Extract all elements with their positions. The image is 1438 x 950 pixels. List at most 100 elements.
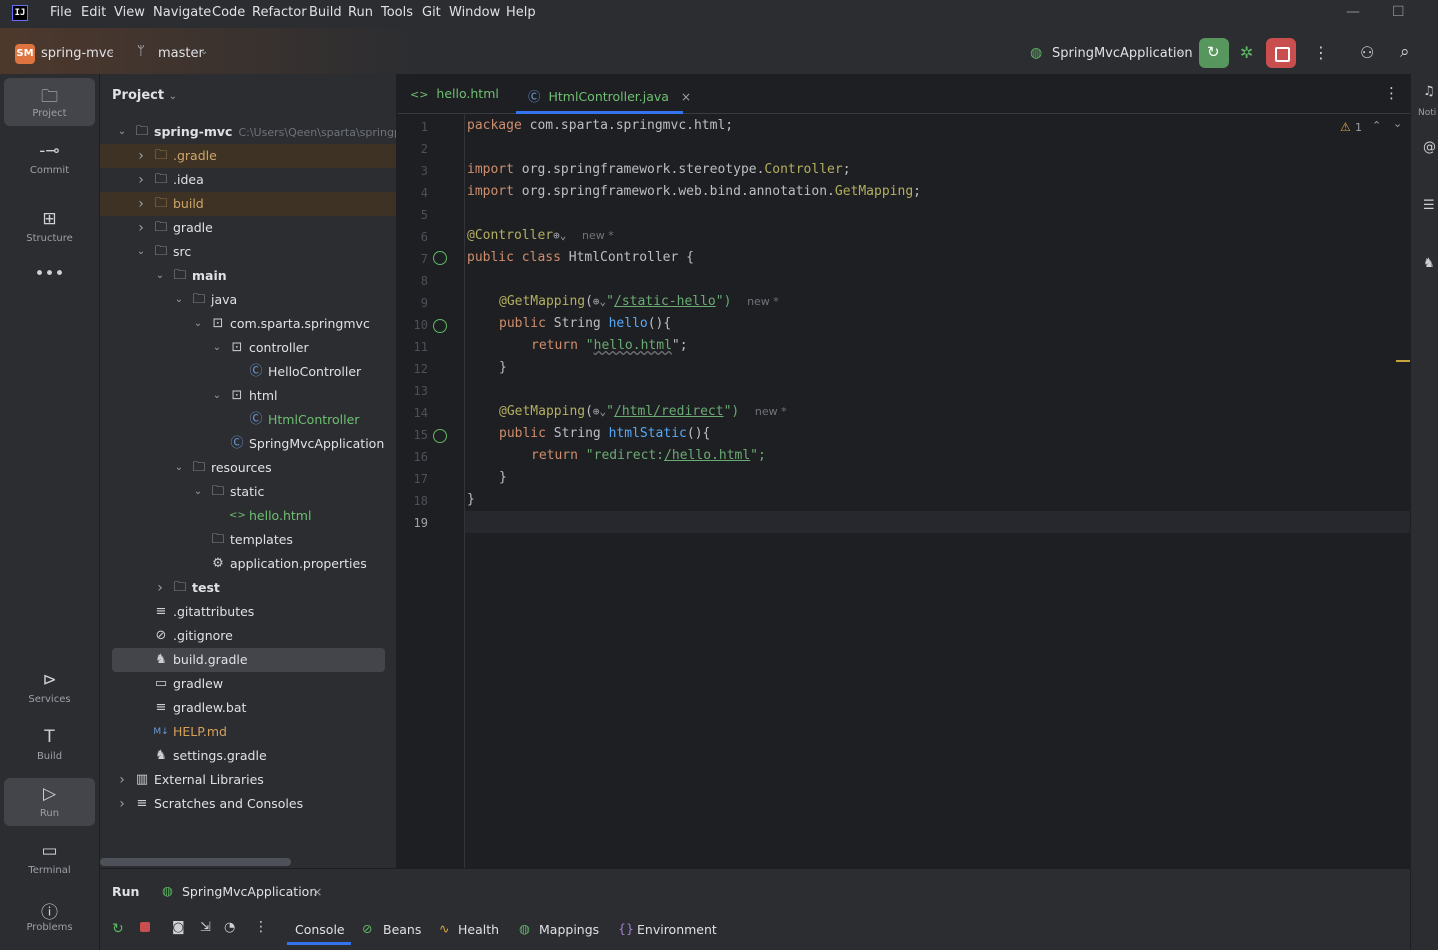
code-url-path[interactable]: /hello.html	[664, 448, 750, 463]
gradle-icon[interactable]: ♞	[1423, 256, 1435, 271]
menu-window[interactable]: Window	[449, 5, 500, 20]
tool-terminal-button[interactable]: ▭ Terminal	[4, 835, 95, 883]
tool-structure-button[interactable]: ⊞ Structure	[4, 203, 95, 251]
tab-htmlcontroller-java[interactable]: Ⓒ HtmlController.java ×	[528, 86, 691, 105]
run-config-dropdown[interactable]: SpringMvcApplication	[1052, 46, 1193, 61]
tree-item-hello-html[interactable]: <> hello.html	[100, 504, 396, 528]
tree-item-gitattributes[interactable]: ≡ .gitattributes	[100, 600, 396, 624]
tab-hello-html[interactable]: <> hello.html	[410, 86, 499, 101]
tree-item-external-libraries[interactable]: › ▥ External Libraries	[100, 768, 396, 792]
ai-assistant-icon[interactable]: @	[1423, 140, 1436, 155]
tree-item-gradlew[interactable]: ▭ gradlew	[100, 672, 396, 696]
vcs-author-hint[interactable]: new *	[755, 405, 787, 418]
tree-item-idea[interactable]: › 🗀 .idea	[100, 168, 396, 192]
code-line-15[interactable]: public String htmlStatic(){	[499, 426, 710, 441]
notifications-icon[interactable]: ♫	[1423, 84, 1435, 99]
tree-item-build[interactable]: › 🗀 build	[100, 192, 396, 216]
tree-item-main[interactable]: ⌄ 🗀 main	[100, 264, 396, 288]
warning-stripe-marker[interactable]	[1396, 360, 1410, 362]
debug-bug-icon[interactable]: ✲	[1240, 43, 1253, 62]
tree-item-gradle[interactable]: › 🗀 .gradle	[100, 144, 396, 168]
web-icon[interactable]: ⊕⌄	[593, 295, 606, 308]
chevron-down-icon[interactable]: ⌄	[135, 240, 147, 264]
chevron-down-icon[interactable]: ⌄	[173, 456, 185, 480]
chevron-down-icon[interactable]: ⌄	[173, 288, 185, 312]
restore-layout-icon[interactable]: ⇲	[200, 920, 211, 935]
code-line-11[interactable]: return "hello.html";	[531, 338, 688, 353]
menu-tools[interactable]: Tools	[381, 5, 413, 20]
code-line-16[interactable]: return "redirect:/hello.html";	[531, 448, 766, 463]
minimize-icon[interactable]: —	[1346, 4, 1360, 20]
tree-item-gradlew-bat[interactable]: ≡ gradlew.bat	[100, 696, 396, 720]
tree-item-src[interactable]: ⌄ 🗀 src	[100, 240, 396, 264]
profiler-icon[interactable]: ◔	[224, 920, 235, 935]
chevron-right-icon[interactable]: ›	[154, 576, 166, 600]
more-tools-button[interactable]: •••	[4, 260, 95, 290]
tree-item-gradle[interactable]: › 🗀 gradle	[100, 216, 396, 240]
menu-code[interactable]: Code	[212, 5, 245, 20]
tree-item-settings-gradle[interactable]: ♞ settings.gradle	[100, 744, 396, 768]
camera-icon[interactable]: ◙	[172, 920, 185, 935]
close-tab-icon[interactable]: ×	[312, 884, 322, 899]
code-line-18[interactable]: }	[467, 492, 475, 507]
chevron-down-icon[interactable]: ⌄	[192, 480, 204, 504]
code-url-path[interactable]: /static-hello	[614, 294, 716, 309]
menu-navigate[interactable]: Navigate	[153, 5, 211, 20]
more-options-icon[interactable]: ⋮	[254, 919, 268, 935]
tree-item-scratches-and-consoles[interactable]: › ≡ Scratches and Consoles	[100, 792, 396, 816]
chevron-down-icon[interactable]: ⌄	[211, 336, 223, 360]
database-icon[interactable]: ☰	[1423, 198, 1435, 213]
run-config-tab[interactable]: SpringMvcApplication	[182, 884, 317, 899]
chevron-right-icon[interactable]: ›	[116, 768, 128, 792]
endpoint-gutter-icon[interactable]	[433, 319, 447, 333]
maximize-icon[interactable]: ☐	[1392, 4, 1405, 20]
menu-refactor[interactable]: Refactor	[252, 5, 307, 20]
chevron-right-icon[interactable]: ›	[135, 144, 147, 168]
intellij-logo-icon[interactable]: IJ	[12, 5, 28, 21]
add-user-icon[interactable]: ⚇	[1360, 43, 1374, 62]
tab-console[interactable]: Console	[295, 922, 345, 937]
project-name-dropdown[interactable]: spring-mvc	[41, 46, 114, 61]
tree-item-spring-mvc[interactable]: ⌄ 🗀 spring-mvc C:\Users\Qeen\sparta\springp	[100, 120, 396, 144]
spring-bean-gutter-icon[interactable]	[433, 251, 447, 265]
tab-health[interactable]: Health	[458, 922, 499, 937]
code-url-path[interactable]: /html/redirect	[614, 404, 724, 419]
tree-item-application-properties[interactable]: ⚙ application.properties	[100, 552, 396, 576]
tree-item-hellocontroller[interactable]: Ⓒ HelloController	[100, 360, 396, 384]
tool-build-button[interactable]: T Build	[4, 721, 95, 769]
tool-services-button[interactable]: ⊳ Services	[4, 664, 95, 712]
chevron-down-icon[interactable]: ⌄	[211, 384, 223, 408]
prev-highlight-icon[interactable]: ⌃	[1372, 119, 1381, 132]
web-icon[interactable]: ⊕⌄	[553, 229, 566, 242]
code-line-9[interactable]: @GetMapping(⊕⌄"/static-hello") new *	[499, 294, 779, 309]
warning-icon[interactable]: ⚠	[1340, 120, 1351, 134]
search-icon[interactable]: ⌕	[1400, 42, 1410, 62]
chevron-right-icon[interactable]: ›	[116, 792, 128, 816]
menu-build[interactable]: Build	[309, 5, 342, 20]
chevron-right-icon[interactable]: ›	[135, 192, 147, 216]
tree-item-java[interactable]: ⌄ 🗀 java	[100, 288, 396, 312]
tool-run-button[interactable]: ▷ Run	[4, 778, 95, 826]
tree-item-controller[interactable]: ⌄ ⊡ controller	[100, 336, 396, 360]
code-line-7[interactable]: public class HtmlController {	[467, 250, 694, 265]
menu-view[interactable]: View	[114, 5, 145, 20]
tree-item-com-sparta-springmvc[interactable]: ⌄ ⊡ com.sparta.springmvc	[100, 312, 396, 336]
tab-environment[interactable]: Environment	[637, 922, 717, 937]
tree-item-build-gradle[interactable]: ♞ build.gradle	[112, 648, 385, 672]
project-horizontal-scrollbar[interactable]	[100, 858, 291, 866]
code-line-10[interactable]: public String hello(){	[499, 316, 671, 331]
stop-icon[interactable]	[140, 922, 150, 932]
menu-help[interactable]: Help	[506, 5, 536, 20]
chevron-down-icon[interactable]: ⌄	[154, 264, 166, 288]
tree-item-springmvcapplication[interactable]: Ⓒ SpringMvcApplication	[100, 432, 396, 456]
chevron-down-icon[interactable]: ⌄	[116, 120, 128, 144]
code-line-3[interactable]: import org.springframework.stereotype.Co…	[467, 162, 851, 177]
code-line-1[interactable]: package com.sparta.springmvc.html;	[467, 118, 733, 133]
code-line-12[interactable]: }	[499, 360, 507, 375]
tab-mappings[interactable]: Mappings	[539, 922, 599, 937]
chevron-right-icon[interactable]: ›	[135, 216, 147, 240]
stop-button[interactable]	[1266, 38, 1296, 68]
tree-item-html[interactable]: ⌄ ⊡ html	[100, 384, 396, 408]
more-options-icon[interactable]: ⋮	[1313, 43, 1329, 62]
code-line-14[interactable]: @GetMapping(⊕⌄"/html/redirect") new *	[499, 404, 787, 419]
